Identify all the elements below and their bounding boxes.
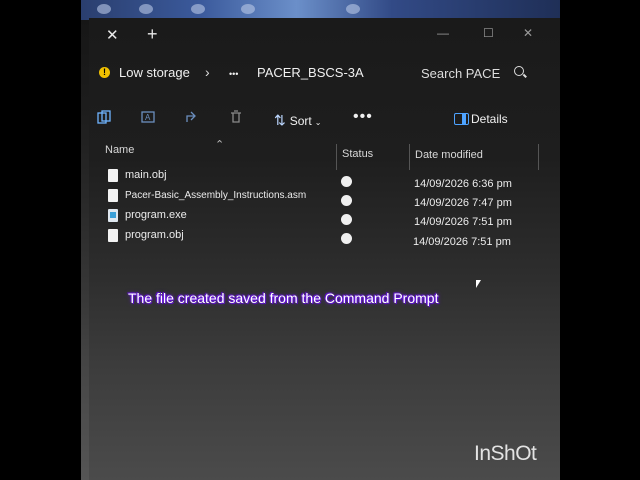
file-name: program.obj [125,229,184,241]
wallpaper-blob [346,4,360,14]
file-icon [108,189,118,202]
window-close-icon[interactable]: ✕ [523,26,533,40]
wallpaper-blob [97,4,111,14]
column-divider[interactable] [336,144,337,170]
file-name: program.exe [125,209,187,221]
video-caption: The file created saved from the Command … [128,290,439,306]
details-label: Details [471,112,508,126]
file-icon [108,229,118,242]
search-input[interactable]: Search PACE [421,66,500,81]
rename-icon[interactable]: A [141,110,155,124]
close-tab-icon[interactable]: ✕ [106,26,119,44]
file-row[interactable]: program.obj 14/09/2026 7:51 pm [89,228,560,248]
share-icon[interactable] [185,110,199,124]
file-name: main.obj [125,169,167,181]
file-explorer-window: ✕ + — ☐ ✕ ! Low storage › ••• PACER_BSCS… [89,18,560,480]
sort-ascending-icon: ⌃ [215,139,225,151]
more-options-button[interactable]: ••• [353,108,373,126]
new-tab-icon[interactable]: + [147,24,158,45]
column-name-header[interactable]: Name [105,144,134,156]
photo-stage: ✕ + — ☐ ✕ ! Low storage › ••• PACER_BSCS… [81,0,560,480]
file-row[interactable]: main.obj 14/09/2026 6:36 pm [89,168,560,190]
svg-text:A: A [145,113,151,122]
wallpaper-blob [241,4,255,14]
warning-icon: ! [99,67,110,78]
sync-status-icon [341,176,352,187]
file-date: 14/09/2026 7:51 pm [413,236,511,248]
column-date-modified-header[interactable]: Date modified [415,149,483,161]
sync-status-icon [341,195,352,206]
sync-status-icon [341,214,352,225]
command-bar: A ⇅ Sort ⌄ ••• Details [89,104,560,136]
details-button[interactable]: Details [454,112,508,126]
copy-icon[interactable] [97,110,111,124]
delete-icon[interactable] [229,110,243,124]
address-bar: ! Low storage › ••• PACER_BSCS-3A Search… [89,58,560,94]
mouse-cursor-icon [476,280,481,288]
executable-icon [108,209,118,222]
column-status-header[interactable]: Status [342,148,373,160]
sync-status-icon [341,233,352,244]
sort-label: Sort [289,114,312,128]
column-divider[interactable] [409,144,410,170]
tab-bar: ✕ + — ☐ ✕ [89,18,560,54]
file-date: 14/09/2026 7:51 pm [414,216,512,228]
breadcrumb-separator: › [205,64,210,80]
file-name: Pacer-Basic_Assembly_Instructions.asm [125,190,307,201]
breadcrumb-current-folder[interactable]: PACER_BSCS-3A [257,65,364,80]
column-divider[interactable] [538,144,539,170]
minimize-icon[interactable]: — [437,26,449,40]
details-pane-icon [454,113,469,125]
desktop-wallpaper [81,0,560,20]
sort-icon: ⇅ [274,112,286,128]
inshot-watermark: InShOt [474,442,537,465]
file-row[interactable]: program.exe 14/09/2026 7:51 pm [89,208,560,228]
wallpaper-blob [139,4,153,14]
maximize-icon[interactable]: ☐ [483,26,494,40]
wallpaper-blob [191,4,205,14]
chevron-down-icon: ⌄ [314,118,322,127]
sort-button[interactable]: ⇅ Sort ⌄ [274,112,321,129]
low-storage-label[interactable]: Low storage [119,65,190,80]
file-icon [108,169,118,182]
breadcrumb-ellipsis[interactable]: ••• [229,69,238,79]
file-row[interactable]: Pacer-Basic_Assembly_Instructions.asm 14… [89,188,560,209]
search-icon[interactable] [514,66,524,76]
